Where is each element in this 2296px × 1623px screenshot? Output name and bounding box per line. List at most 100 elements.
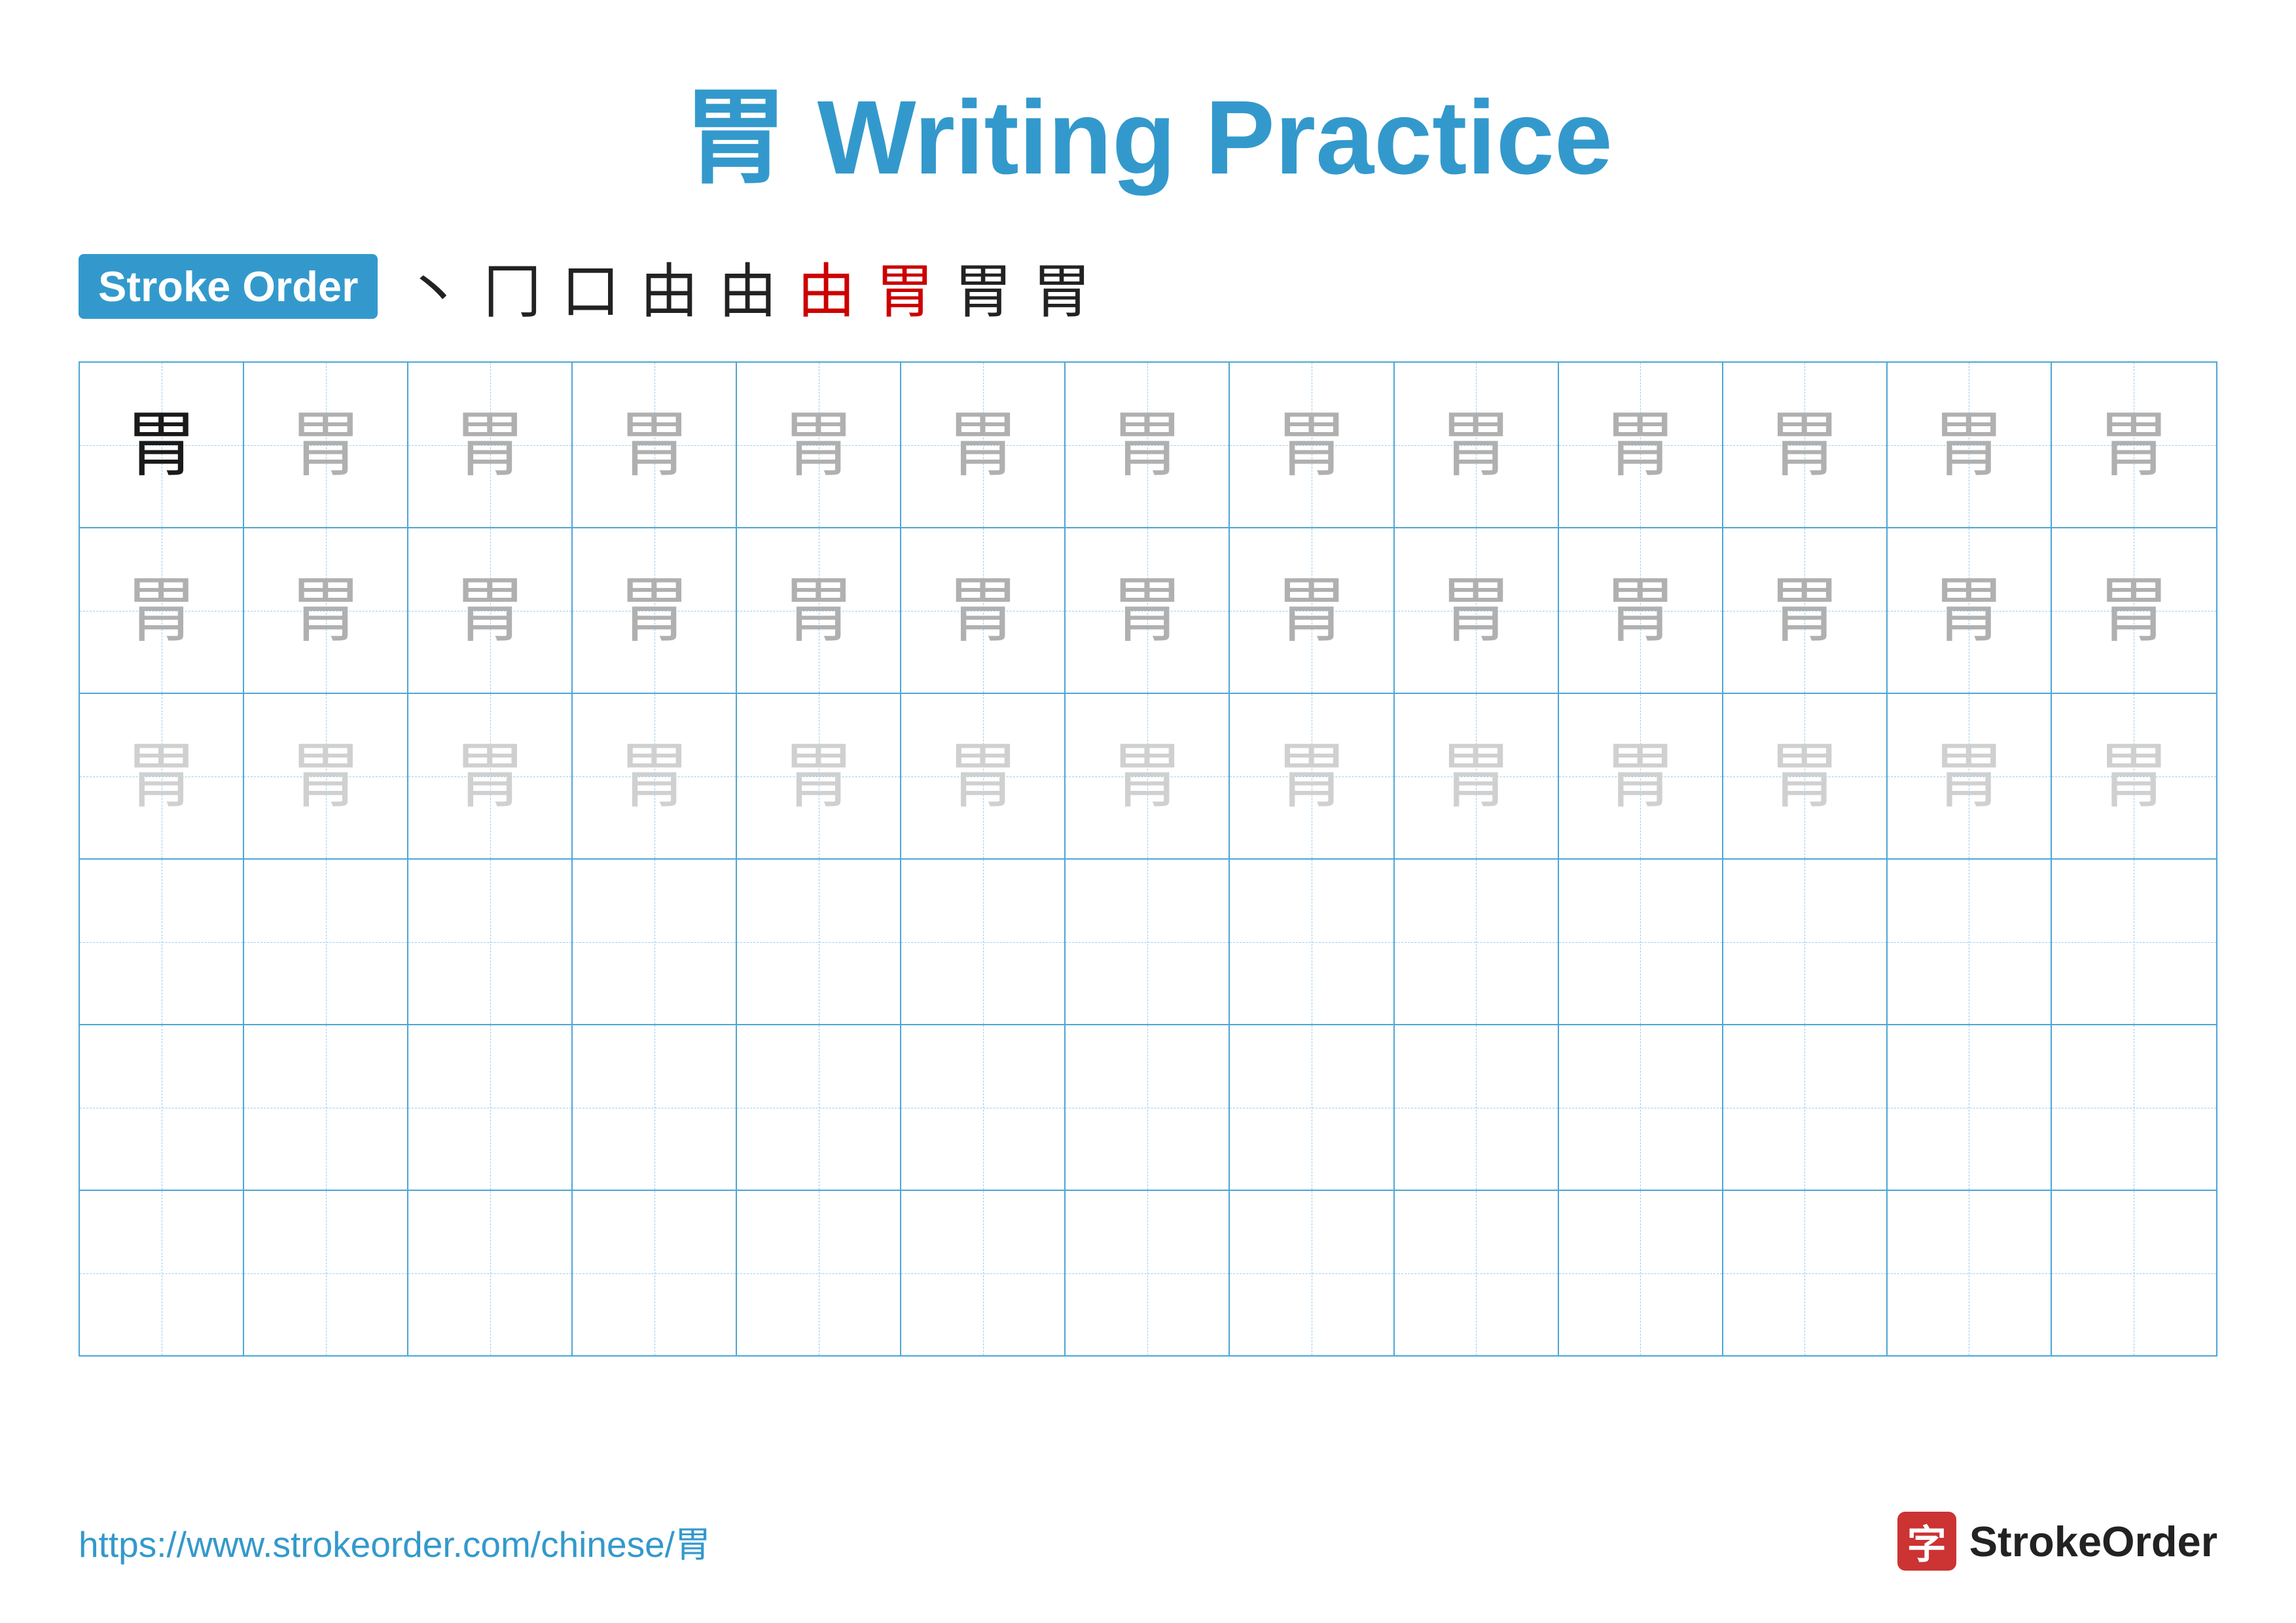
grid-cell[interactable]: 胃 (737, 528, 901, 693)
grid-cell[interactable] (737, 860, 901, 1024)
grid-cell[interactable]: 胃 (1723, 363, 1888, 527)
grid-cell[interactable] (901, 1191, 1066, 1355)
grid-cell[interactable] (737, 1025, 901, 1190)
practice-char: 胃 (1768, 409, 1840, 481)
logo-char: 字 (1907, 1513, 1946, 1570)
grid-cell[interactable] (244, 1191, 408, 1355)
grid-cell[interactable] (1395, 1191, 1559, 1355)
practice-char: 胃 (290, 575, 362, 647)
grid-cell[interactable]: 胃 (737, 363, 901, 527)
grid-cell[interactable]: 胃 (1888, 528, 2052, 693)
grid-cell[interactable]: 胃 (1888, 694, 2052, 858)
grid-cell[interactable]: 胃 (1888, 363, 2052, 527)
grid-cell[interactable]: 胃 (80, 363, 244, 527)
grid-cell[interactable] (2052, 1191, 2216, 1355)
grid-cell[interactable] (1066, 1191, 1230, 1355)
grid-cell[interactable]: 胃 (1395, 363, 1559, 527)
grid-cell[interactable] (2052, 1025, 2216, 1190)
stroke-step-3: 口 (561, 244, 620, 329)
grid-cell[interactable]: 胃 (1230, 528, 1394, 693)
grid-cell[interactable]: 胃 (1066, 528, 1230, 693)
grid-cell[interactable]: 胃 (573, 363, 737, 527)
grid-cell[interactable] (244, 860, 408, 1024)
practice-char: 胃 (1440, 740, 1512, 812)
practice-char: 胃 (1768, 575, 1840, 647)
page-title: 胃 Writing Practice (79, 52, 2217, 204)
grid-cell[interactable] (1395, 1025, 1559, 1190)
grid-cell[interactable] (1723, 1025, 1888, 1190)
practice-char: 胃 (947, 409, 1019, 481)
grid-cell[interactable] (408, 860, 573, 1024)
grid-cell[interactable] (1723, 860, 1888, 1024)
practice-char: 胃 (454, 409, 526, 481)
practice-char: 胃 (1933, 409, 2005, 481)
grid-cell[interactable]: 胃 (1559, 528, 1723, 693)
grid-cell[interactable]: 胃 (1723, 694, 1888, 858)
grid-cell[interactable]: 胃 (2052, 694, 2216, 858)
grid-cell[interactable] (1888, 1025, 2052, 1190)
grid-cell[interactable] (573, 1191, 737, 1355)
practice-char: 胃 (619, 409, 691, 481)
grid-cell[interactable]: 胃 (244, 694, 408, 858)
grid-cell[interactable]: 胃 (1723, 528, 1888, 693)
grid-cell[interactable] (901, 860, 1066, 1024)
grid-cell[interactable]: 胃 (2052, 528, 2216, 693)
grid-cell[interactable]: 胃 (408, 694, 573, 858)
grid-cell[interactable] (737, 1191, 901, 1355)
grid-cell[interactable]: 胃 (1230, 694, 1394, 858)
grid-cell[interactable]: 胃 (244, 528, 408, 693)
grid-cell[interactable] (1395, 860, 1559, 1024)
grid-cell[interactable]: 胃 (901, 694, 1066, 858)
grid-cell[interactable] (1559, 1025, 1723, 1190)
grid-cell[interactable]: 胃 (1066, 694, 1230, 858)
grid-cell[interactable]: 胃 (408, 528, 573, 693)
grid-cell[interactable] (1230, 1191, 1394, 1355)
grid-cell[interactable]: 胃 (573, 528, 737, 693)
title-text: Writing Practice (817, 79, 1613, 196)
grid-cell[interactable] (2052, 860, 2216, 1024)
grid-cell[interactable] (1723, 1191, 1888, 1355)
grid-cell[interactable] (244, 1025, 408, 1190)
grid-cell[interactable] (573, 1025, 737, 1190)
grid-cell[interactable]: 胃 (1066, 363, 1230, 527)
practice-char: 胃 (1111, 740, 1183, 812)
grid-cell[interactable] (408, 1191, 573, 1355)
practice-char: 胃 (2098, 409, 2170, 481)
grid-cell[interactable]: 胃 (901, 363, 1066, 527)
practice-char: 胃 (1933, 575, 2005, 647)
grid-cell[interactable]: 胃 (2052, 363, 2216, 527)
grid-cell[interactable]: 胃 (573, 694, 737, 858)
grid-cell[interactable] (408, 1025, 573, 1190)
grid-cell[interactable] (1559, 860, 1723, 1024)
grid-cell[interactable] (901, 1025, 1066, 1190)
grid-cell[interactable] (573, 860, 737, 1024)
grid-cell[interactable] (80, 860, 244, 1024)
grid-cell[interactable]: 胃 (1559, 363, 1723, 527)
grid-cell[interactable]: 胃 (737, 694, 901, 858)
title-char: 胃 (683, 79, 788, 196)
grid-cell[interactable]: 胃 (408, 363, 573, 527)
grid-cell[interactable] (1559, 1191, 1723, 1355)
stroke-order-badge: Stroke Order (79, 254, 378, 319)
grid-cell[interactable] (80, 1191, 244, 1355)
grid-cell[interactable] (1230, 1025, 1394, 1190)
grid-cell[interactable] (1888, 1191, 2052, 1355)
grid-cell[interactable]: 胃 (1230, 363, 1394, 527)
stroke-step-4: 由 (639, 244, 698, 329)
grid-cell[interactable] (1066, 1025, 1230, 1190)
grid-cell[interactable] (1066, 860, 1230, 1024)
practice-char: 胃 (2098, 575, 2170, 647)
grid-cell[interactable]: 胃 (80, 528, 244, 693)
grid-cell[interactable]: 胃 (1395, 694, 1559, 858)
footer-url[interactable]: https://www.strokeorder.com/chinese/胃 (79, 1515, 711, 1567)
grid-cell[interactable]: 胃 (1395, 528, 1559, 693)
stroke-order-row: Stroke Order 丶 冂 口 由 由 由 胃 胃 胃 (79, 244, 2217, 329)
grid-cell[interactable]: 胃 (80, 694, 244, 858)
grid-cell[interactable]: 胃 (1559, 694, 1723, 858)
grid-cell[interactable] (1888, 860, 2052, 1024)
grid-cell[interactable] (80, 1025, 244, 1190)
grid-cell[interactable]: 胃 (244, 363, 408, 527)
grid-cell[interactable] (1230, 860, 1394, 1024)
stroke-step-2: 冂 (482, 244, 541, 329)
grid-cell[interactable]: 胃 (901, 528, 1066, 693)
